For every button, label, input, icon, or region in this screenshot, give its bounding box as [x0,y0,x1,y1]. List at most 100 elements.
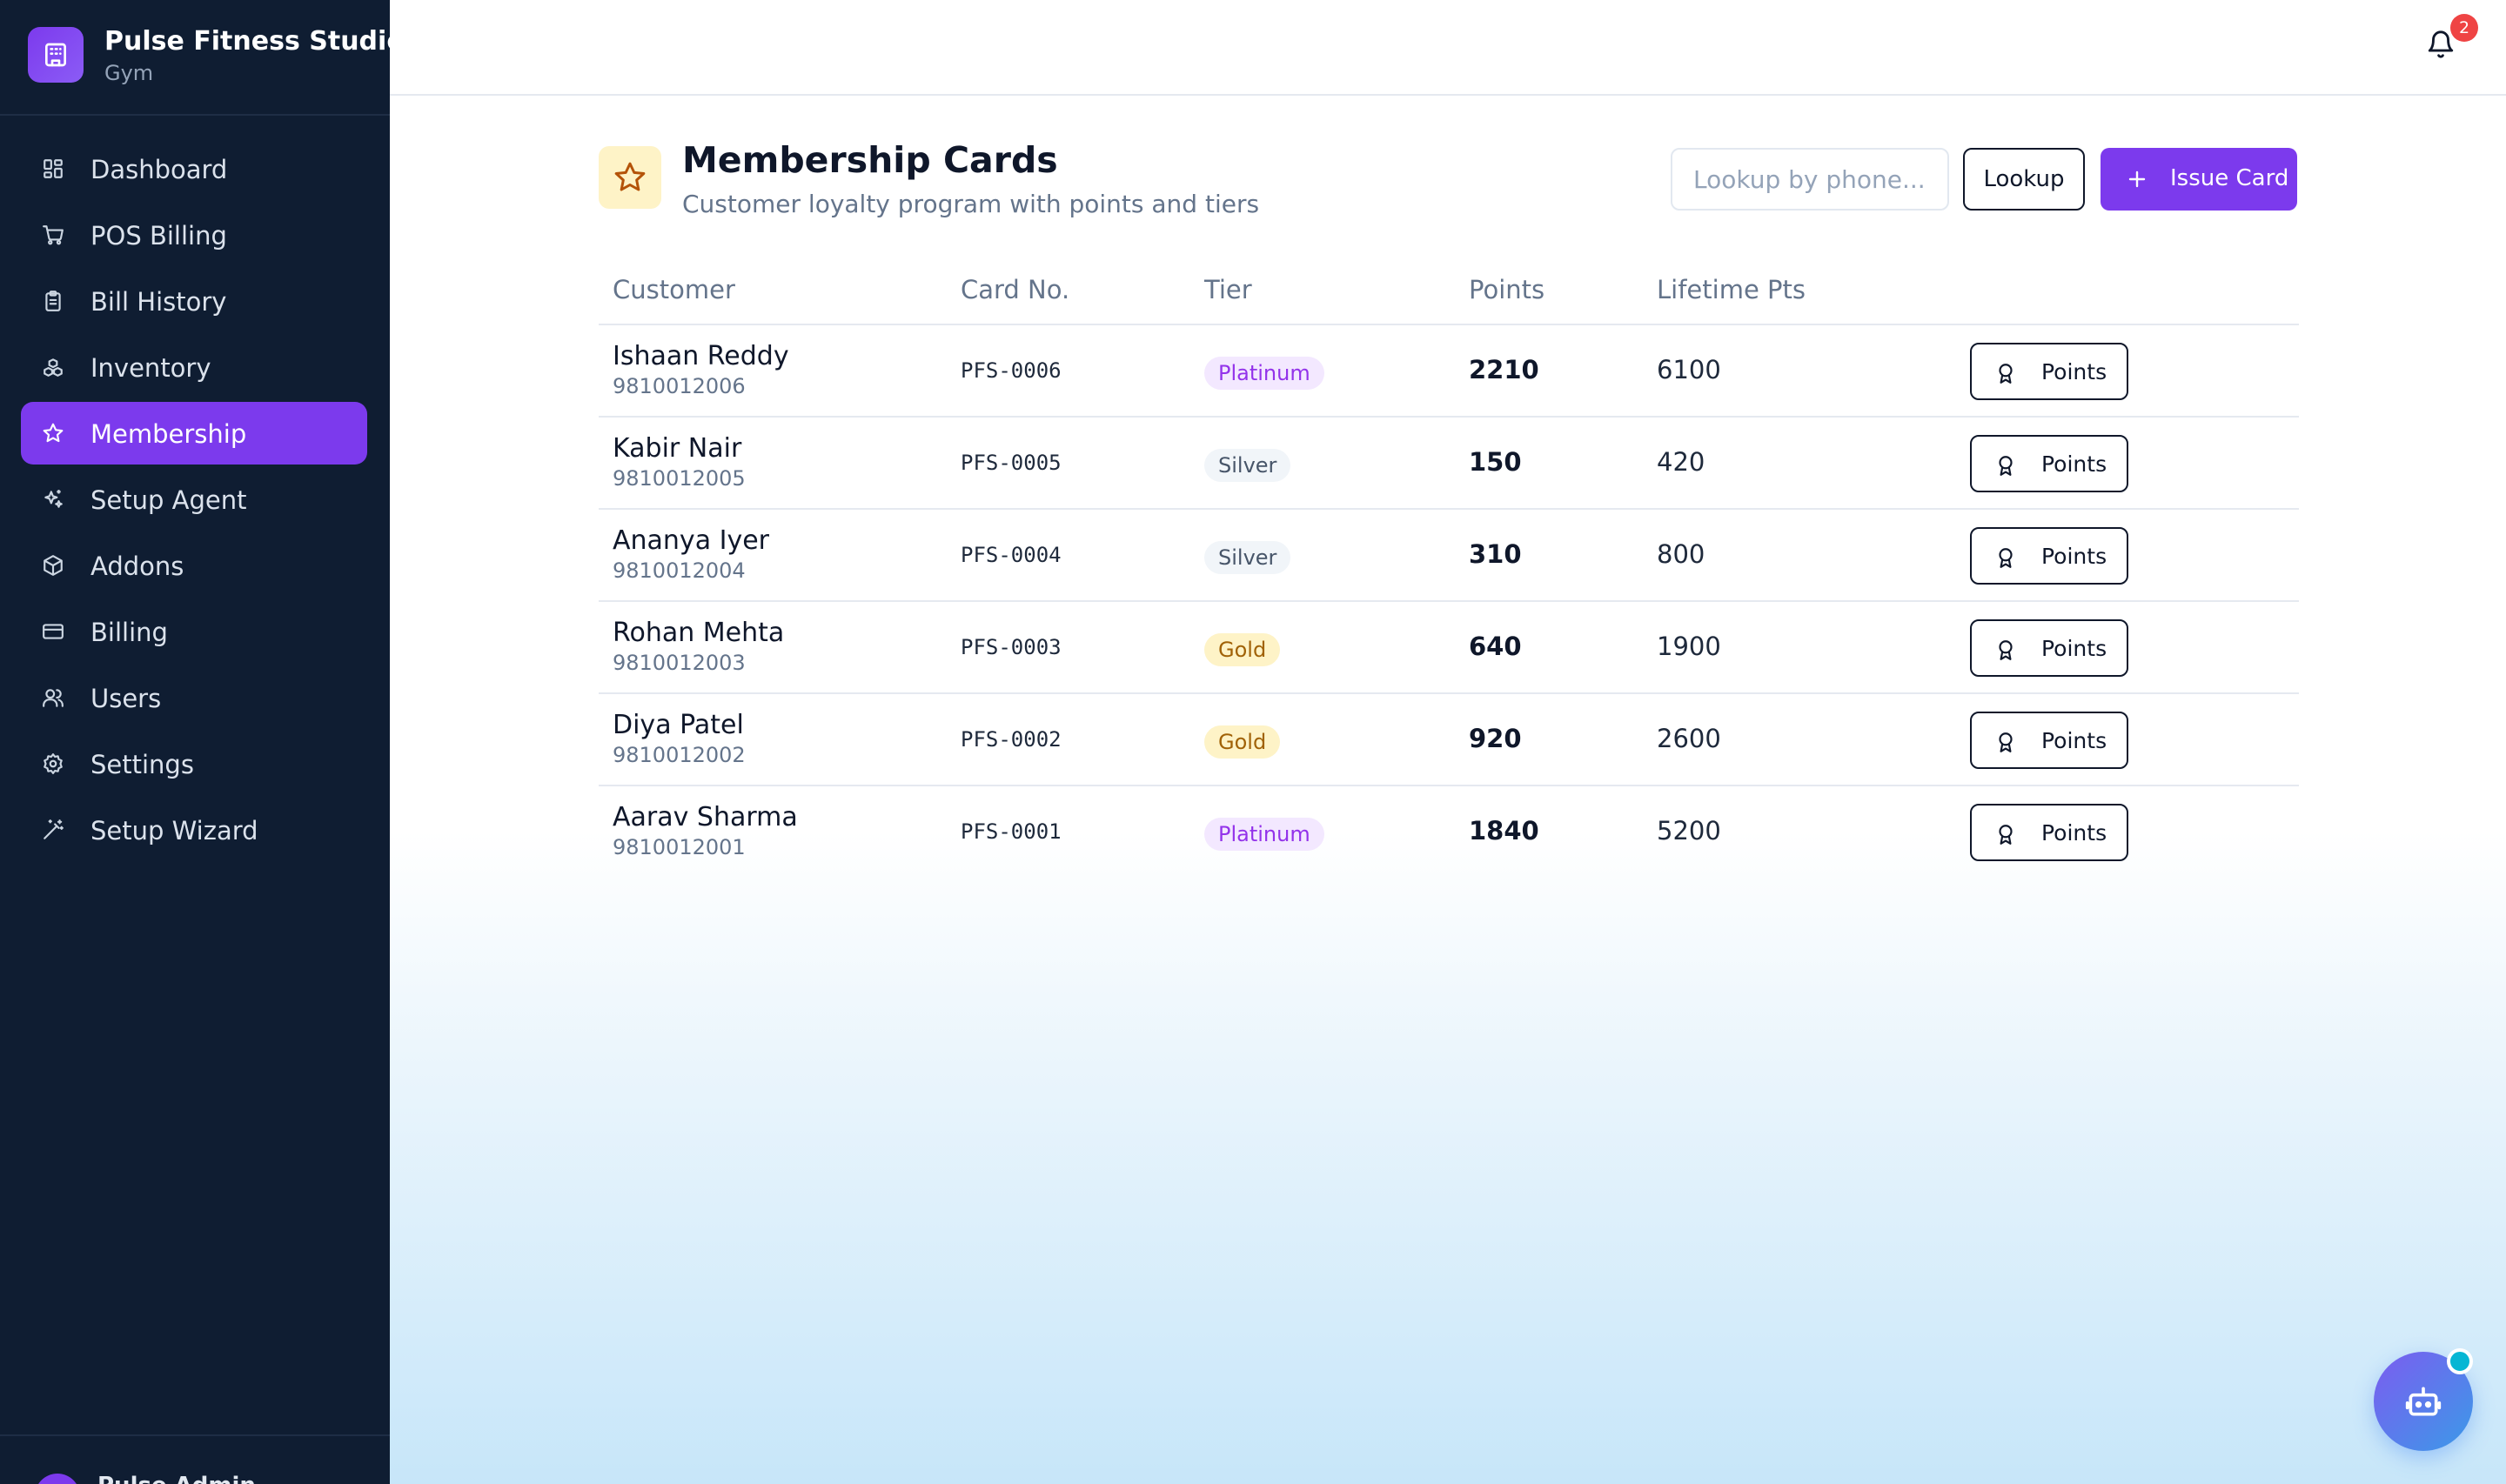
points-button[interactable]: Points [1970,527,2128,585]
sidebar-item-dashboard[interactable]: Dashboard [21,137,367,200]
sidebar-item-bill-history[interactable]: Bill History [21,270,367,332]
lifetime-points-value: 6100 [1657,355,1721,384]
col-points: Points [1469,275,1545,304]
customer-name: Diya Patel [613,710,744,740]
sidebar-item-membership[interactable]: Membership [21,402,367,465]
issue-card-button[interactable]: Issue Card [2101,148,2297,211]
points-button-label: Points [2041,359,2107,384]
issue-card-label: Issue Card [2170,165,2289,191]
gear-icon [44,753,63,774]
points-button-label: Points [2041,728,2107,753]
points-button[interactable]: Points [1970,619,2128,677]
page-title: Membership Cards [682,139,1058,181]
brand-header: Pulse Fitness Studio Gym [0,0,405,116]
users-icon [43,689,64,707]
table-header: Customer Card No. Tier Points Lifetime P… [599,257,2299,325]
user-name: Pulse Admin [97,1473,256,1484]
points-value: 920 [1469,724,1522,753]
lookup-button[interactable]: Lookup [1963,148,2085,211]
tier-badge: Gold [1204,725,1281,759]
customer-phone: 9810012002 [613,743,746,767]
phone-lookup-input[interactable] [1671,148,1949,211]
col-lifetime: Lifetime Pts [1657,275,1806,304]
table-row: Ananya Iyer 9810012004 PFS-0004 Silver 3… [599,510,2299,602]
main-content: 2 Membership Cards Customer loyalty prog… [390,0,2506,1484]
sidebar-item-addons[interactable]: Addons [21,534,367,597]
package-icon [44,555,63,576]
customer-phone: 9810012003 [613,651,746,675]
star-icon [599,146,661,209]
sidebar-item-inventory[interactable]: Inventory [21,336,367,398]
customer-name: Ananya Iyer [613,525,769,556]
lifetime-points-value: 800 [1657,539,1705,569]
cart-icon [43,225,64,245]
card-number: PFS-0003 [961,635,1062,659]
customer-name: Kabir Nair [613,433,742,464]
points-button-label: Points [2041,451,2107,477]
lifetime-points-value: 420 [1657,447,1705,477]
customer-phone: 9810012001 [613,835,746,859]
clipboard-icon [45,291,61,311]
sidebar-item-setup-wizard[interactable]: Setup Wizard [21,799,367,861]
sidebar-item-pos-billing[interactable]: POS Billing [21,204,367,266]
points-button[interactable]: Points [1970,712,2128,769]
avatar [35,1474,80,1484]
points-button[interactable]: Points [1970,804,2128,861]
card-number: PFS-0002 [961,727,1062,752]
sidebar-item-label: Addons [90,551,184,581]
sidebar-item-billing[interactable]: Billing [21,600,367,663]
tier-badge: Platinum [1204,818,1324,851]
award-icon [1999,825,2013,845]
notification-badge: 2 [2450,14,2478,42]
sidebar-nav: Dashboard POS Billing Bill History Inven… [21,137,367,865]
customer-name: Rohan Mehta [613,618,785,648]
building-icon [28,27,84,83]
sidebar-item-label: Billing [90,618,168,647]
sparkles-icon [44,490,63,508]
sidebar-item-label: POS Billing [90,221,227,251]
table-row: Rohan Mehta 9810012003 PFS-0003 Gold 640… [599,602,2299,694]
points-value: 640 [1469,632,1522,661]
sidebar-item-setup-agent[interactable]: Setup Agent [21,468,367,531]
card-number: PFS-0005 [961,451,1062,475]
customer-phone: 9810012004 [613,558,746,583]
card-number: PFS-0001 [961,819,1062,844]
sidebar-item-label: Setup Wizard [90,816,258,846]
membership-table: Customer Card No. Tier Points Lifetime P… [599,257,2299,879]
credit-card-icon [43,624,64,639]
assistant-online-indicator [2447,1348,2473,1374]
sidebar: Pulse Fitness Studio Gym Dashboard POS B… [0,0,405,1484]
points-button[interactable]: Points [1970,435,2128,492]
tier-badge: Platinum [1204,357,1324,390]
points-button-label: Points [2041,820,2107,846]
sidebar-item-label: Membership [90,419,247,449]
plus-icon [2128,170,2146,188]
sidebar-item-users[interactable]: Users [21,666,367,729]
top-bar: 2 [390,0,2506,96]
sidebar-item-label: Dashboard [90,155,228,184]
points-value: 2210 [1469,355,1539,384]
tier-badge: Gold [1204,633,1281,666]
sidebar-item-label: Inventory [90,353,211,383]
sidebar-item-label: Users [90,684,162,713]
sidebar-item-settings[interactable]: Settings [21,732,367,795]
award-icon [1999,456,2013,476]
grid-icon [44,159,63,178]
lifetime-points-value: 5200 [1657,816,1721,846]
page-subtitle: Customer loyalty program with points and… [682,190,1260,218]
points-button[interactable]: Points [1970,343,2128,400]
points-button-label: Points [2041,636,2107,661]
sidebar-item-label: Setup Agent [90,485,247,515]
points-value: 1840 [1469,816,1539,846]
customer-phone: 9810012006 [613,374,746,398]
sidebar-user-footer[interactable]: Pulse Admin [0,1434,390,1484]
table-row: Diya Patel 9810012002 PFS-0002 Gold 920 … [599,694,2299,786]
table-row: Aarav Sharma 9810012001 PFS-0001 Platinu… [599,786,2299,879]
table-row: Kabir Nair 9810012005 PFS-0005 Silver 15… [599,418,2299,510]
col-card-no: Card No. [961,275,1070,304]
points-value: 310 [1469,539,1522,569]
brand-subtitle: Gym [104,61,154,85]
wand-icon [44,819,64,839]
star-icon [43,423,64,443]
customer-name: Aarav Sharma [613,802,798,832]
